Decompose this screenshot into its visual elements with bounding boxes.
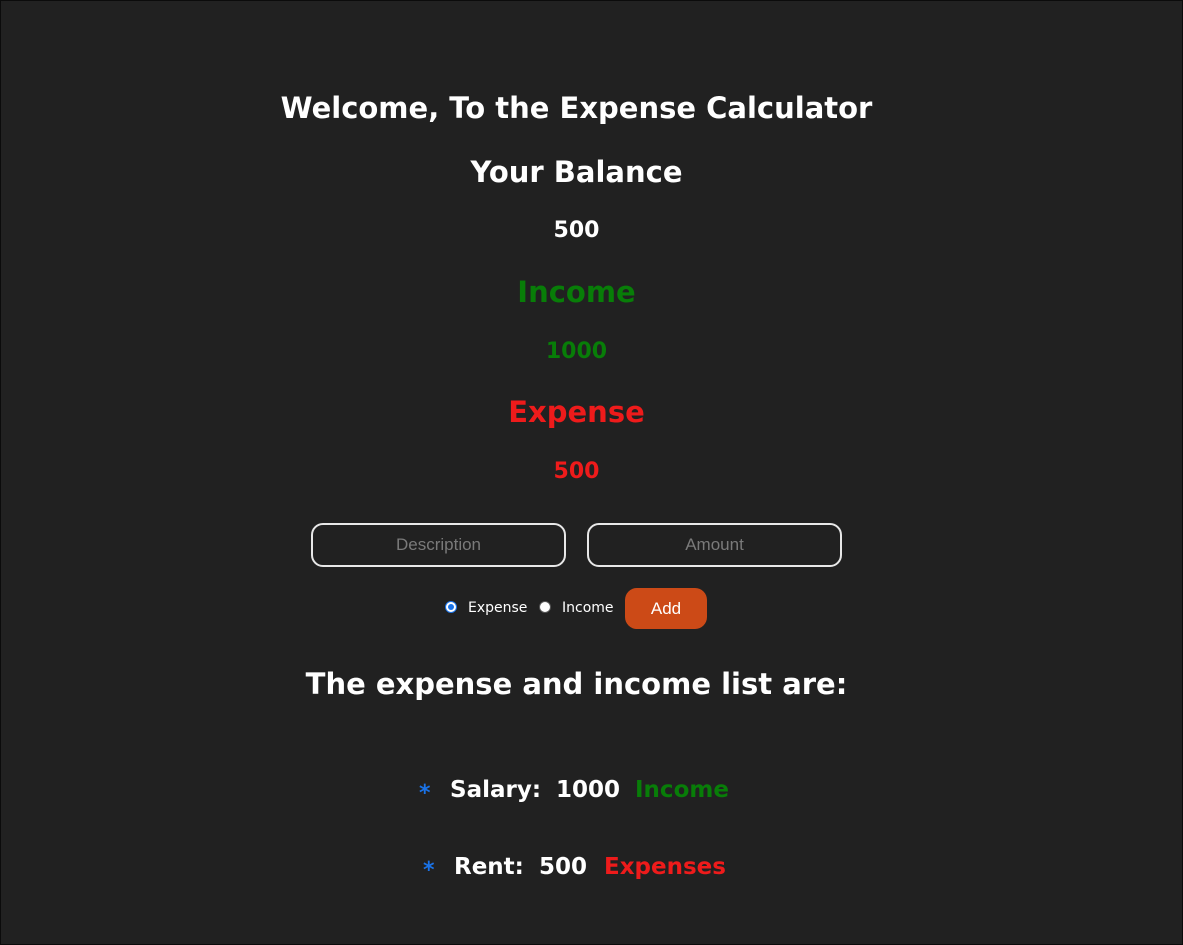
item-amount: 500: [539, 854, 588, 880]
description-input[interactable]: [311, 523, 566, 567]
income-value: 1000: [545, 339, 608, 364]
income-heading: Income: [517, 275, 636, 309]
income-radio-label[interactable]: Income: [562, 599, 614, 617]
balance-value: 500: [553, 218, 600, 243]
balance-heading: Your Balance: [470, 155, 683, 189]
expense-heading: Expense: [508, 395, 645, 429]
add-button[interactable]: Add: [625, 588, 707, 629]
item-description: Salary:: [450, 777, 542, 803]
expense-radio[interactable]: [445, 601, 457, 613]
page-title: Welcome, To the Expense Calculator: [280, 91, 873, 125]
expense-value: 500: [553, 459, 600, 484]
amount-input[interactable]: [587, 523, 842, 567]
app-window: Welcome, To the Expense Calculator Your …: [0, 0, 1183, 945]
asterisk-icon: *: [423, 858, 435, 883]
list-heading: The expense and income list are:: [305, 667, 848, 701]
item-type: Income: [635, 777, 729, 803]
asterisk-icon: *: [419, 781, 431, 806]
item-type: Expenses: [604, 854, 726, 880]
income-radio[interactable]: [539, 601, 551, 613]
item-description: Rent:: [454, 854, 524, 880]
item-amount: 1000: [556, 777, 621, 803]
expense-radio-label[interactable]: Expense: [468, 599, 527, 617]
